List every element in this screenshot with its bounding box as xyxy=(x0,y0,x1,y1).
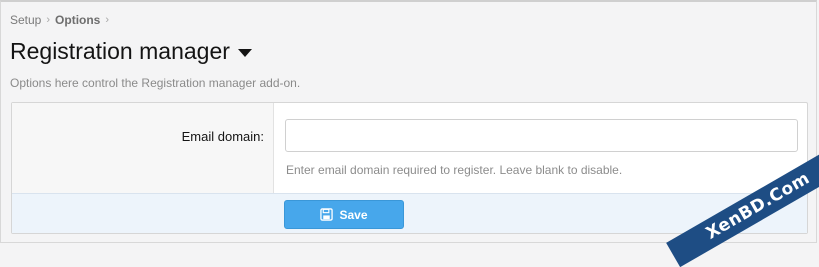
floppy-disk-icon xyxy=(320,208,334,221)
breadcrumb-separator: › xyxy=(46,14,51,26)
page-frame: Setup › Options › Registration manager O… xyxy=(0,0,819,267)
page-title-menu[interactable]: Registration manager xyxy=(10,38,252,65)
form-submit-row: Save xyxy=(12,193,807,233)
breadcrumb-item-setup[interactable]: Setup xyxy=(10,13,41,27)
options-form: Email domain: Enter email domain require… xyxy=(11,102,808,234)
email-domain-hint: Enter email domain required to register.… xyxy=(286,163,623,177)
save-button[interactable]: Save xyxy=(284,200,404,229)
email-domain-label: Email domain: xyxy=(181,129,264,144)
email-domain-input[interactable] xyxy=(285,119,798,152)
breadcrumb-separator: › xyxy=(105,14,110,26)
breadcrumb: Setup › Options › xyxy=(10,13,109,27)
page-title: Registration manager xyxy=(10,38,230,64)
page-description: Options here control the Registration ma… xyxy=(10,76,301,90)
form-label-column: Email domain: xyxy=(12,103,274,193)
breadcrumb-item-options[interactable]: Options xyxy=(55,13,100,27)
caret-down-icon xyxy=(237,48,252,57)
save-button-label: Save xyxy=(339,207,368,222)
